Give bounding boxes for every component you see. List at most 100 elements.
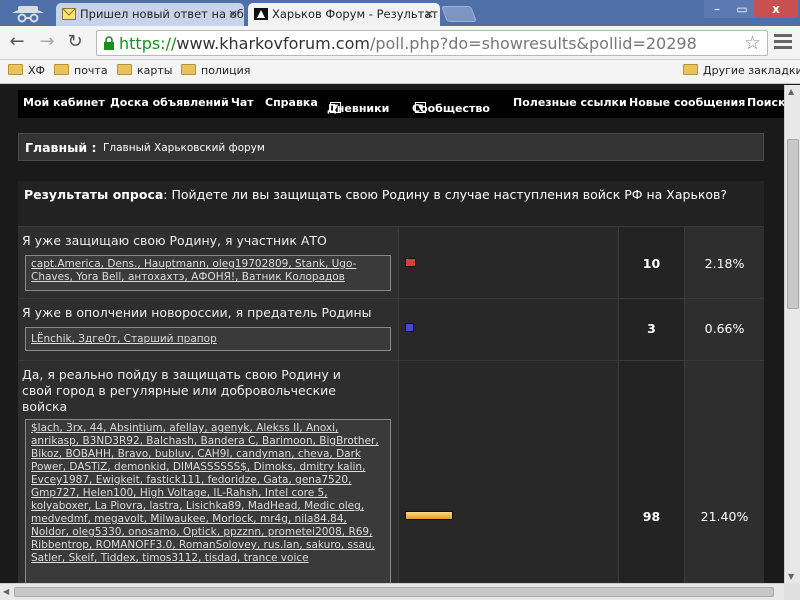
folder-icon	[8, 64, 23, 75]
poll-header: Результаты опроса: Пойдете ли вы защищат…	[18, 181, 764, 227]
folder-icon	[683, 64, 698, 75]
close-icon[interactable]: ×	[228, 3, 238, 25]
bookmark-label: полиция	[201, 64, 251, 77]
tab-title: Пришел новый ответ на об	[80, 7, 244, 21]
vote-percent: 21.40%	[700, 509, 749, 524]
dropdown-arrow-icon[interactable]: ▼	[330, 102, 341, 113]
poll-option-row: Я уже защищаю свою Родину, я участник АТ…	[18, 227, 764, 299]
bookmark-label: ХФ	[28, 64, 46, 77]
scroll-thumb[interactable]	[787, 139, 799, 309]
folder-icon	[181, 64, 196, 75]
scroll-thumb[interactable]	[14, 587, 774, 597]
option-cell: Я уже в ополчении новороссии, я предател…	[18, 299, 398, 360]
minimize-button[interactable]: –	[704, 0, 730, 18]
address-bar[interactable]: https://www.kharkovforum.com/poll.php?do…	[96, 30, 768, 56]
bookmark-label: почта	[74, 64, 108, 77]
poll-option-row: Да, я реально пойду в защищать свою Роди…	[18, 361, 764, 583]
page-content: Мой кабинет Доска объявлений Чат Справка…	[0, 85, 784, 583]
poll-question: : Пойдете ли вы защищать свою Родину в с…	[163, 187, 728, 202]
nav-useful-links[interactable]: Полезные ссылки	[513, 96, 627, 109]
bar-cell	[398, 227, 618, 298]
scrollbar-corner	[784, 583, 800, 600]
close-window-button[interactable]: x	[754, 0, 798, 18]
poll-head-label: Результаты опроса	[24, 187, 164, 202]
bookmark-hf[interactable]: ХФ	[8, 64, 45, 77]
count-cell: 98	[618, 361, 684, 583]
new-tab-button[interactable]	[441, 6, 477, 22]
voters-list: LËnchik, Здге0т, Старший прапор	[25, 327, 391, 351]
url-scheme: https://	[119, 34, 177, 53]
nav-help[interactable]: Справка	[265, 96, 318, 109]
maximize-button[interactable]: ▭	[730, 0, 754, 18]
option-text: Да, я реально пойду в защищать свою Роди…	[22, 367, 341, 414]
vote-count: 10	[642, 256, 661, 271]
close-icon[interactable]: ×	[424, 3, 434, 25]
back-icon[interactable]: ←	[6, 31, 28, 53]
count-cell: 10	[618, 227, 684, 298]
voters-links[interactable]: $lach, 3rx, 44, Absintium, afellay, agen…	[31, 422, 379, 564]
option-cell: Я уже защищаю свою Родину, я участник АТ…	[18, 227, 398, 298]
url-path: /poll.php?do=showresults&pollid=20298	[369, 34, 697, 53]
scroll-down-icon[interactable]: ▼	[788, 572, 794, 581]
nav-new-posts[interactable]: Новые сообщения	[629, 96, 745, 109]
tab-title: Харьков Форум - Результат	[272, 7, 439, 21]
option-text: Я уже защищаю свою Родину, я участник АТ…	[22, 233, 327, 248]
bookmark-label: Другие закладки	[703, 64, 800, 77]
percent-cell: 0.66%	[684, 299, 764, 360]
poll-results: Результаты опроса: Пойдете ли вы защищат…	[18, 181, 764, 583]
nav-classifieds[interactable]: Доска объявлений	[110, 96, 229, 109]
dropdown-arrow-icon[interactable]: ▼	[415, 102, 426, 113]
url-text: https://www.kharkovforum.com/poll.php?do…	[119, 34, 697, 53]
nav-search[interactable]: Поиск	[747, 96, 784, 109]
vote-percent: 0.66%	[704, 321, 745, 336]
percent-cell: 2.18%	[684, 227, 764, 298]
mail-favicon	[62, 8, 76, 20]
option-cell: Да, я реально пойду в защищать свою Роди…	[18, 361, 398, 583]
voters-list: $lach, 3rx, 44, Absintium, afellay, agen…	[25, 419, 391, 583]
bookmark-mail[interactable]: почта	[54, 64, 108, 77]
nav-my-cabinet[interactable]: Мой кабинет	[23, 96, 105, 109]
option-text: Я уже в ополчении новороссии, я предател…	[22, 305, 372, 320]
bar-cell	[398, 299, 618, 360]
reload-icon[interactable]: ↻	[64, 31, 86, 53]
bookmark-label: карты	[137, 64, 173, 77]
tab-forum[interactable]: Харьков Форум - Результат ×	[248, 3, 440, 26]
poll-option-row: Я уже в ополчении новороссии, я предател…	[18, 299, 764, 361]
incognito-icon	[12, 6, 44, 23]
bar-cell	[398, 361, 618, 583]
voters-links[interactable]: capt.America, Dens., Hauptmann, oleg1970…	[31, 258, 356, 283]
result-bar	[405, 511, 453, 520]
bookmark-police[interactable]: полиция	[181, 64, 250, 77]
tab-strip: Пришел новый ответ на об × Харьков Форум…	[0, 0, 800, 26]
vote-percent: 2.18%	[704, 256, 745, 271]
star-icon[interactable]: ☆	[744, 32, 761, 54]
breadcrumb-main[interactable]: Главный :	[25, 140, 97, 155]
forum-favicon	[254, 8, 268, 20]
scroll-up-icon[interactable]: ▲	[788, 87, 794, 96]
url-host: www.kharkovforum.com	[176, 34, 370, 53]
scroll-left-icon[interactable]: ◀	[3, 587, 9, 596]
voters-list: capt.America, Dens., Hauptmann, oleg1970…	[25, 255, 391, 291]
lock-icon	[104, 36, 114, 50]
result-bar	[405, 258, 416, 267]
nav-chat[interactable]: Чат	[231, 96, 254, 109]
menu-icon[interactable]	[774, 34, 792, 52]
count-cell: 3	[618, 299, 684, 360]
breadcrumb: Главный : Главный Харьковский форум	[18, 133, 764, 161]
vertical-scrollbar[interactable]: ▲ ▼	[784, 85, 800, 583]
bookmark-maps[interactable]: карты	[117, 64, 172, 77]
vote-count: 3	[647, 321, 656, 336]
forum-navbar: Мой кабинет Доска объявлений Чат Справка…	[18, 90, 784, 118]
folder-icon	[54, 64, 69, 75]
vote-count: 98	[642, 509, 661, 524]
browser-window: Пришел новый ответ на об × Харьков Форум…	[0, 0, 800, 600]
folder-icon	[117, 64, 132, 75]
other-bookmarks[interactable]: Другие закладки	[683, 64, 800, 77]
percent-cell: 21.40%	[684, 361, 764, 583]
horizontal-scrollbar[interactable]: ◀	[0, 583, 784, 600]
voters-links[interactable]: LËnchik, Здге0т, Старший прапор	[31, 333, 217, 345]
browser-toolbar: ← → ↻ https://www.kharkovforum.com/poll.…	[0, 26, 800, 60]
forward-icon[interactable]: →	[36, 31, 58, 53]
breadcrumb-sub[interactable]: Главный Харьковский форум	[103, 142, 265, 154]
tab-mail[interactable]: Пришел новый ответ на об ×	[56, 3, 244, 26]
